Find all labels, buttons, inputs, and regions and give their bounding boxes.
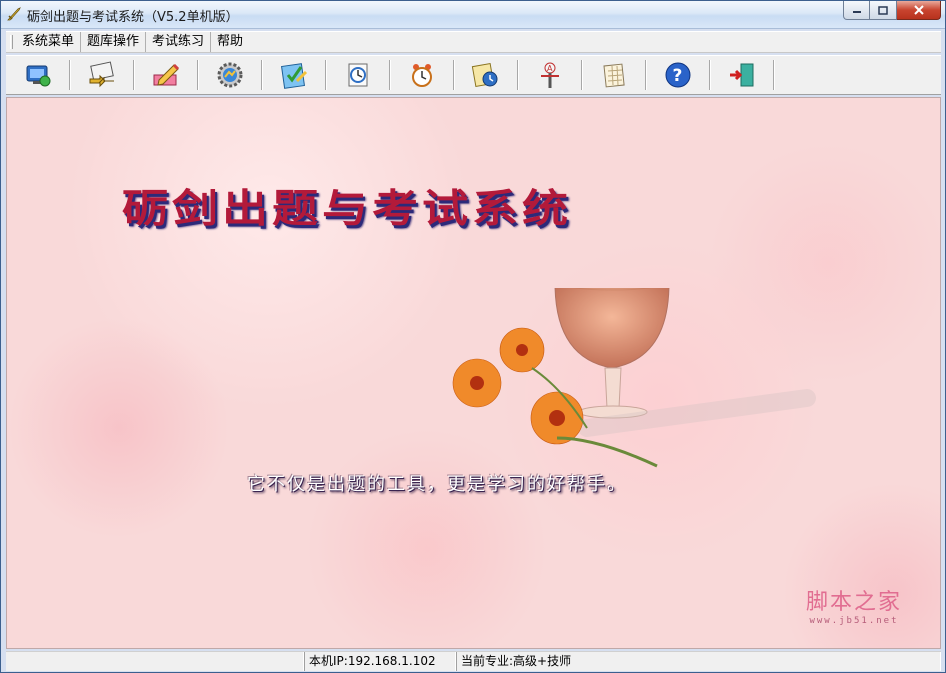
menu-question-bank[interactable]: 题库操作 — [81, 32, 147, 52]
watermark: 脚本之家 www.jb51.net — [806, 584, 902, 626]
status-panel-empty — [6, 652, 304, 671]
menu-exam-practice[interactable]: 考试练习 — [146, 32, 212, 52]
toolbar-separator — [581, 60, 583, 90]
toolbar-separator — [709, 60, 711, 90]
alarm-clock-icon — [412, 64, 432, 87]
toolbar-button-timed-exam[interactable] — [330, 57, 386, 93]
svg-text:A: A — [547, 64, 553, 73]
close-icon — [913, 5, 924, 15]
watermark-text: 脚本之家 — [805, 590, 902, 615]
monitor-settings-icon — [26, 65, 51, 87]
close-button[interactable] — [897, 1, 941, 20]
toolbar-button-exam-record[interactable] — [458, 57, 514, 93]
gear-picture-icon — [217, 62, 243, 88]
watermark-url: www.jb51.net — [809, 616, 899, 626]
title-bar[interactable]: 砺剑出题与考试系统（V5.2单机版） — [1, 1, 945, 29]
wine-glass-flowers-illustration — [452, 288, 816, 468]
menu-help[interactable]: 帮助 — [211, 32, 249, 52]
maximize-button[interactable] — [870, 1, 897, 20]
import-export-icon — [89, 61, 114, 88]
edit-pencil-icon — [153, 63, 180, 86]
exit-door-icon — [730, 63, 754, 87]
status-bar: 本机IP:192.168.1.102 当前专业:高级+技师 — [6, 651, 941, 671]
exam-record-icon — [471, 63, 498, 87]
menu-grip — [10, 35, 13, 49]
menu-bar: 系统菜单 题库操作 考试练习 帮助 — [6, 31, 941, 53]
help-icon: ? — [665, 62, 691, 88]
maximize-icon — [878, 5, 888, 15]
minimize-icon — [852, 11, 861, 13]
toolbar-button-grid[interactable] — [586, 57, 642, 93]
toolbar-button-edit[interactable] — [138, 57, 194, 93]
splash-area: 砺剑出题与考试系统 它不仅是出题的工具，更是学习的好帮手。 脚本之家 www.j… — [6, 97, 941, 649]
toolbar-button-tools[interactable]: A — [522, 57, 578, 93]
menu-system[interactable]: 系统菜单 — [16, 32, 82, 52]
app-window: 砺剑出题与考试系统（V5.2单机版） 系统菜单 题库操作 考试练习 帮助 A ?… — [0, 0, 946, 673]
svg-text:?: ? — [673, 66, 683, 86]
splash-title: 砺剑出题与考试系统 — [122, 185, 572, 232]
toolbar-button-exit[interactable] — [714, 57, 770, 93]
toolbar: A ? — [6, 55, 941, 95]
splash-slogan: 它不仅是出题的工具，更是学习的好帮手。 — [247, 474, 627, 495]
toolbar-button-help[interactable]: ? — [650, 57, 706, 93]
minimize-button[interactable] — [843, 1, 870, 20]
toolbar-button-test-paper[interactable] — [266, 57, 322, 93]
tools-icon: A — [541, 62, 559, 88]
toolbar-separator — [133, 60, 135, 90]
toolbar-separator — [389, 60, 391, 90]
window-controls — [843, 1, 941, 21]
status-major: 当前专业:高级+技师 — [456, 652, 941, 671]
grid-table-icon — [603, 63, 625, 88]
toolbar-button-alarm[interactable] — [394, 57, 450, 93]
toolbar-separator — [517, 60, 519, 90]
toolbar-separator — [773, 60, 775, 90]
window-title: 砺剑出题与考试系统（V5.2单机版） — [27, 10, 239, 25]
toolbar-separator — [261, 60, 263, 90]
toolbar-separator — [69, 60, 71, 90]
test-paper-icon — [281, 63, 308, 89]
toolbar-separator — [325, 60, 327, 90]
clock-document-icon — [348, 63, 368, 87]
status-ip: 本机IP:192.168.1.102 — [304, 652, 456, 671]
toolbar-button-settings[interactable] — [202, 57, 258, 93]
sword-app-icon — [7, 7, 21, 21]
toolbar-button-system[interactable] — [10, 57, 66, 93]
toolbar-button-import[interactable] — [74, 57, 130, 93]
toolbar-separator — [453, 60, 455, 90]
toolbar-separator — [645, 60, 647, 90]
toolbar-separator — [197, 60, 199, 90]
